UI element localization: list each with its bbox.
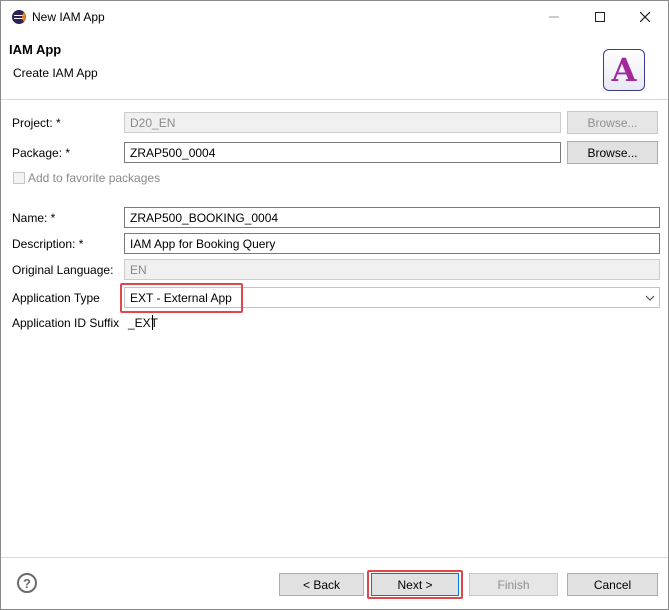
package-browse-button[interactable]: Browse... (567, 141, 658, 164)
abap-logo-icon: A (603, 49, 645, 91)
description-field[interactable]: IAM App for Booking Query (124, 233, 660, 254)
logo-letter: A (611, 51, 637, 89)
maximize-icon (595, 12, 605, 22)
cancel-button[interactable]: Cancel (567, 573, 658, 596)
text-cursor (152, 315, 153, 330)
application-type-label: Application Type (12, 291, 100, 305)
eclipse-icon (12, 10, 26, 24)
maximize-button[interactable] (577, 1, 623, 33)
name-field[interactable]: ZRAP500_BOOKING_0004 (124, 207, 660, 228)
page-subtitle: Create IAM App (13, 66, 98, 80)
application-id-suffix-value[interactable]: _EXT (128, 316, 158, 330)
close-button[interactable] (622, 1, 668, 33)
application-id-suffix-label: Application ID Suffix (12, 316, 120, 330)
package-label: Package: * (12, 146, 71, 160)
package-field[interactable]: ZRAP500_0004 (124, 142, 561, 163)
original-language-label: Original Language: (12, 263, 114, 277)
favorite-packages-label: Add to favorite packages (28, 171, 161, 185)
back-button[interactable]: < Back (279, 573, 364, 596)
original-language-field: EN (124, 259, 660, 280)
finish-button: Finish (469, 573, 558, 596)
footer-divider (1, 557, 668, 558)
new-iam-app-dialog: New IAM App IAM App Create IAM App A Pro… (0, 0, 669, 610)
application-type-select[interactable]: EXT - External App (124, 287, 660, 308)
project-label: Project: * (12, 116, 61, 130)
page-title: IAM App (9, 42, 62, 57)
project-field: D20_EN (124, 112, 561, 133)
title-bar: New IAM App (1, 1, 668, 33)
help-icon[interactable]: ? (17, 573, 37, 593)
window-title: New IAM App (32, 10, 105, 24)
minimize-icon (549, 16, 559, 18)
project-browse-button: Browse... (567, 111, 658, 134)
application-type-value: EXT - External App (130, 291, 232, 305)
chevron-down-icon[interactable] (641, 288, 659, 307)
header-divider (1, 99, 668, 100)
name-label: Name: * (12, 211, 56, 225)
wizard-header: IAM App Create IAM App A (1, 33, 668, 99)
next-button[interactable]: Next > (371, 573, 459, 596)
minimize-button[interactable] (531, 1, 577, 33)
description-label: Description: * (12, 237, 84, 251)
favorite-packages-checkbox (13, 172, 25, 184)
close-icon (640, 12, 650, 22)
